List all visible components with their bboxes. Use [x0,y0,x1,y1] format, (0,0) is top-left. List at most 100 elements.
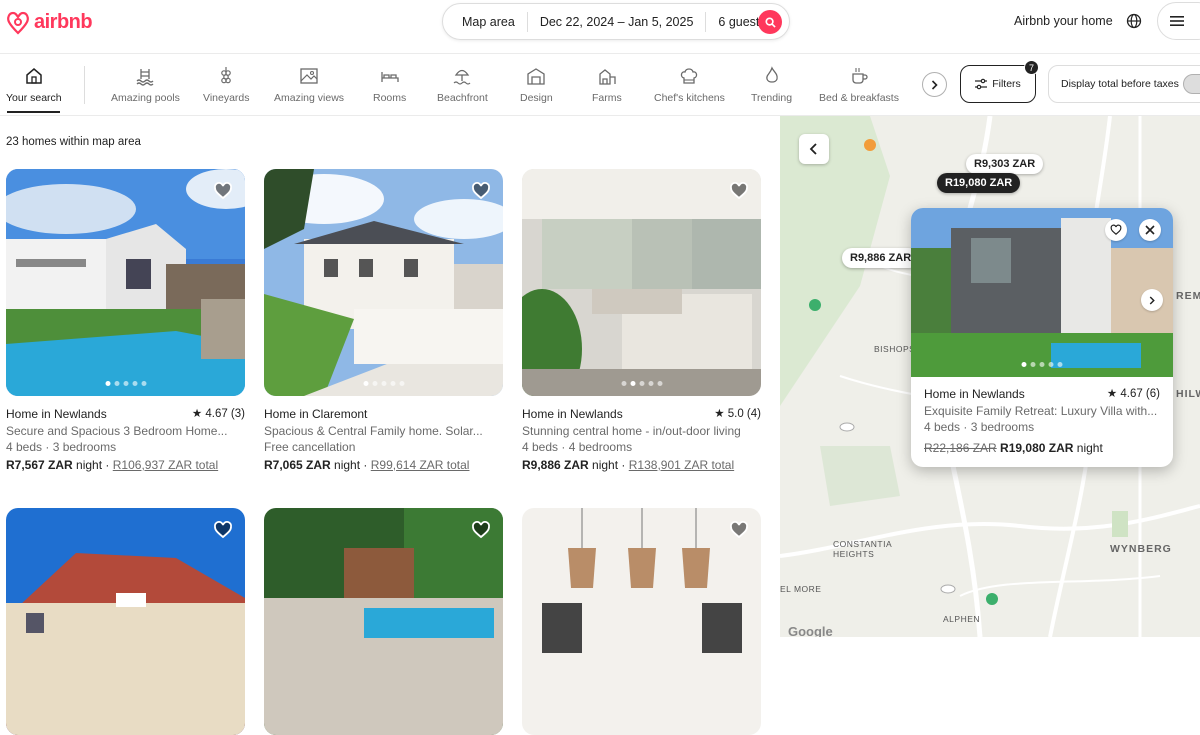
category-label: Beachfront [437,92,488,104]
listing-info: Home in Claremont Spacious & Central Fam… [264,406,503,473]
sliders-icon [975,78,988,90]
listing-title: Home in Claremont [264,407,368,421]
home-icon [26,68,42,84]
chevron-left-icon [809,143,817,155]
listing-rating-value: 4.67 (3) [205,408,245,420]
category-bar: Your search Amazing pools Vineyards Amaz… [0,54,1200,116]
category-label: Rooms [373,92,407,104]
listing-price-line: R7,065 ZAR night · R99,614 ZAR total [264,457,470,472]
heart-icon[interactable] [471,520,491,540]
listing-photo[interactable] [6,508,245,735]
listing-card[interactable] [264,508,503,735]
beach-icon [453,69,471,85]
listing-image [522,169,761,396]
map-panel[interactable]: R9,303 ZAR R19,080 ZAR R9,886 ZAR BISHOP… [780,116,1200,637]
brand-name: airbnb [34,10,93,33]
category-label: Farms [592,92,622,104]
category-label: Amazing pools [111,92,180,104]
category-farms[interactable]: Farms [592,66,622,104]
category-amazing-pools[interactable]: Amazing pools [111,66,180,104]
design-icon [527,68,545,85]
listing-photo[interactable] [6,169,245,396]
taxes-toggle[interactable] [1183,74,1200,94]
listing-image [6,169,245,396]
category-vineyards[interactable]: Vineyards [203,66,250,104]
category-next-button[interactable] [922,72,947,97]
listing-card[interactable]: Home in Claremont Spacious & Central Fam… [264,169,503,473]
map-price-pin[interactable]: R9,303 ZAR [966,154,1044,174]
listing-subtitle: Stunning central home - in/out-door livi… [522,423,741,438]
heart-icon[interactable] [213,520,233,540]
listing-image [6,508,245,735]
listing-photo[interactable] [522,169,761,396]
map-listing-popup[interactable]: Home in Newlands ★ 4.67 (6) Exquisite Fa… [911,208,1173,467]
category-divider [84,66,85,104]
map-label: ALPHEN [943,614,981,624]
category-rooms[interactable]: Rooms [373,66,406,104]
bed-icon [380,72,399,82]
popup-favorite-button[interactable] [1105,219,1127,241]
photo-dots [363,381,404,386]
map-label: BISHOPS [874,344,916,354]
filters-count-badge: 7 [1024,60,1039,75]
heart-icon[interactable] [729,181,749,201]
popup-price-unit: night [1076,440,1103,455]
google-attribution: Google [788,624,833,637]
map-label: REMO [1176,290,1200,302]
category-design[interactable]: Design [520,66,553,104]
popup-subtitle: Exquisite Family Retreat: Luxury Villa w… [924,403,1158,418]
heart-icon[interactable] [471,181,491,201]
listing-photo[interactable] [264,169,503,396]
listing-subtitle: Secure and Spacious 3 Bedroom Home... [6,423,228,438]
category-amazing-views[interactable]: Amazing views [274,66,344,104]
photo-dots [1021,362,1063,367]
map-label: EL MORE [780,584,822,594]
popup-close-button[interactable] [1139,219,1161,241]
listing-total[interactable]: R138,901 ZAR total [629,458,734,472]
farm-icon [599,69,616,85]
category-trending[interactable]: Trending [751,66,792,104]
listing-rating-value: 5.0 (4) [727,408,761,420]
listing-card[interactable] [522,508,761,735]
listing-total[interactable]: R106,937 ZAR total [113,458,218,472]
listing-card[interactable]: Home in Newlands ★ 4.67 (3) Secure and S… [6,169,245,473]
globe-icon[interactable] [1126,13,1142,29]
pool-icon [136,69,154,86]
popup-price-line: R22,186 ZAR R19,080 ZAR night [924,440,1160,457]
popup-photo[interactable] [911,208,1173,377]
chef-hat-icon [681,68,698,84]
category-beachfront[interactable]: Beachfront [437,66,488,104]
listing-photo[interactable] [522,508,761,735]
search-bar[interactable]: Map area Dec 22, 2024 – Jan 5, 2025 6 gu… [442,3,790,40]
map-price-pin-selected[interactable]: R19,080 ZAR [937,173,1021,193]
category-label: Trending [751,92,793,104]
airbnb-logo-icon [7,11,29,35]
search-button[interactable] [758,10,782,34]
search-dates[interactable]: Dec 22, 2024 – Jan 5, 2025 [528,15,706,29]
listing-price-unit: night [592,457,619,472]
category-chefs-kitchens[interactable]: Chef's kitchens [654,66,725,104]
listing-price-line: R9,886 ZAR night · R138,901 ZAR total [522,457,735,472]
popup-rating: ★ 4.67 (6) [1106,388,1160,400]
popup-next-photo-button[interactable] [1141,289,1163,311]
host-link[interactable]: Airbnb your home [1014,14,1113,28]
listing-card[interactable] [6,508,245,735]
listing-total[interactable]: R99,614 ZAR total [371,458,470,472]
heart-icon[interactable] [213,181,233,201]
heart-icon[interactable] [729,520,749,540]
top-header: airbnb Map area Dec 22, 2024 – Jan 5, 20… [0,0,1200,54]
listing-subtitle: Spacious & Central Family home. Solar... [264,423,483,438]
category-your-search[interactable]: Your search [6,66,62,113]
map-price-pin[interactable]: R9,886 ZAR [842,248,920,268]
search-icon [764,16,776,28]
listing-price-unit: night [334,457,361,472]
user-menu-button[interactable] [1157,2,1200,40]
grapes-icon [221,67,232,84]
map-collapse-button[interactable] [799,134,829,164]
airbnb-logo[interactable]: airbnb [6,9,93,35]
category-bed-breakfasts[interactable]: Bed & breakfasts [819,66,899,104]
listing-card[interactable]: Home in Newlands ★ 5.0 (4) Stunning cent… [522,169,761,473]
search-where[interactable]: Map area [443,15,527,29]
category-label: Bed & breakfasts [819,92,899,104]
listing-photo[interactable] [264,508,503,735]
